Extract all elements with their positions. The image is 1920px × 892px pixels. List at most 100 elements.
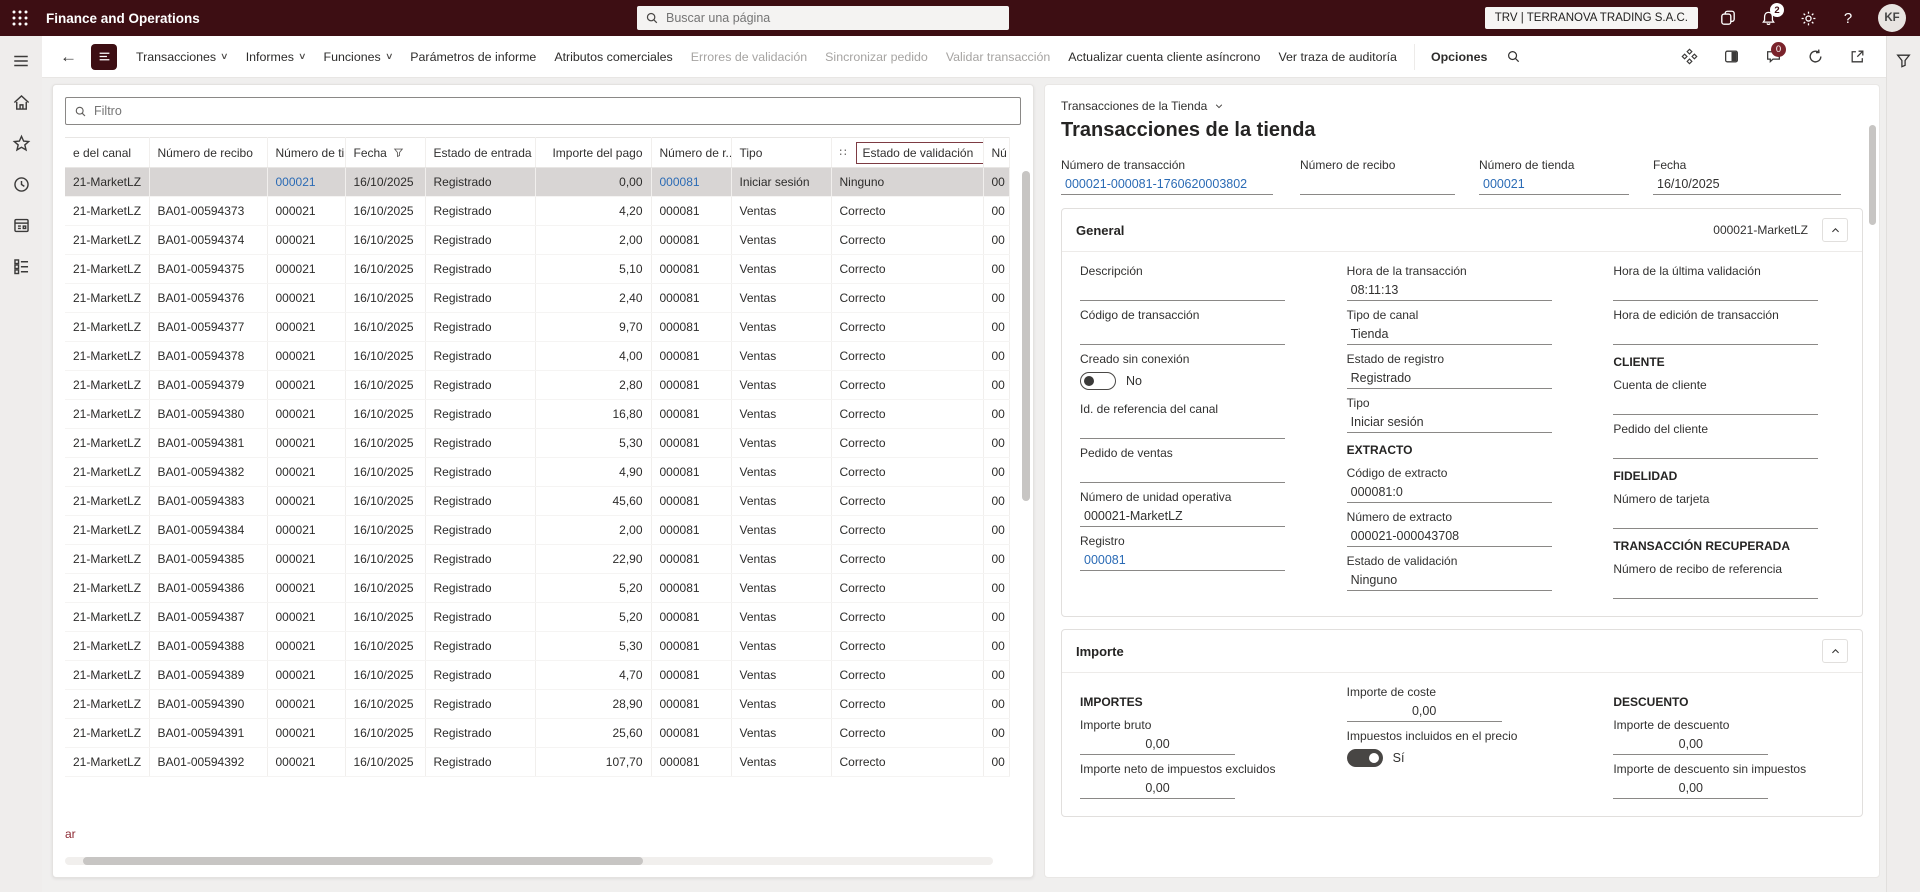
cell-tienda[interactable]: 000021 [267, 602, 346, 632]
cell-tienda[interactable]: 000021 [267, 312, 346, 342]
cell-tienda[interactable]: 000021 [267, 515, 346, 545]
cell-tienda[interactable]: 000021 [267, 283, 346, 313]
app-launcher-waffle-icon[interactable] [0, 0, 40, 36]
table-row[interactable]: 21-MarketLZ BA01-00594389 000021 16/10/2… [65, 660, 1010, 690]
cell-numero-r[interactable]: 000081 [651, 196, 732, 226]
estado-validacion-header-box[interactable]: Estado de validación [855, 141, 982, 164]
cell-numero-r[interactable]: 000081 [651, 515, 732, 545]
cell-numero-r[interactable]: 000081 [651, 312, 732, 342]
back-button[interactable]: ← [52, 47, 85, 67]
grid-filter-input[interactable] [94, 104, 1012, 118]
cell-tienda[interactable]: 000021 [267, 747, 346, 777]
cell-numero-r[interactable]: 000081 [651, 747, 732, 777]
field-value[interactable] [1080, 281, 1285, 301]
field-value[interactable] [1613, 281, 1819, 301]
table-row[interactable]: 21-MarketLZ BA01-00594392 000021 16/10/2… [65, 747, 1010, 777]
column-header-fecha[interactable]: Fecha [345, 137, 426, 168]
column-header-numero-r[interactable]: Número de r... [651, 137, 732, 168]
field-value[interactable] [1613, 439, 1819, 459]
grid-filter-box[interactable] [65, 97, 1021, 125]
table-row[interactable]: 21-MarketLZ BA01-00594374 000021 16/10/2… [65, 225, 1010, 255]
cell-numero-r[interactable]: 000081 [651, 283, 732, 313]
cell-numero-r[interactable]: 000081 [651, 370, 732, 400]
side-panel-button[interactable] [1722, 48, 1740, 66]
table-row[interactable]: 21-MarketLZ BA01-00594384 000021 16/10/2… [65, 515, 1010, 545]
toggle-switch[interactable] [1346, 749, 1383, 767]
expand-nav-hamburger-icon[interactable] [8, 48, 34, 74]
cell-tienda[interactable]: 000021 [267, 718, 346, 748]
section-importe-header[interactable]: Importe [1062, 630, 1862, 673]
cell-tienda[interactable]: 000021 [267, 254, 346, 284]
actionbar-item[interactable]: Opciones [1413, 43, 1496, 70]
field-value[interactable]: Iniciar sesión [1346, 413, 1552, 433]
actionbar-search-button[interactable] [1506, 49, 1521, 64]
sidebar-item-recent[interactable] [8, 171, 34, 197]
table-row[interactable]: 21-MarketLZ BA01-00594376 000021 16/10/2… [65, 283, 1010, 313]
field-value[interactable]: Tienda [1346, 325, 1552, 345]
cell-numero-r[interactable]: 000081 [651, 718, 732, 748]
column-header-estado-entrada[interactable]: Estado de entrada [425, 137, 536, 168]
column-header-numero-recibo[interactable]: Número de recibo [149, 137, 268, 168]
table-row[interactable]: 21-MarketLZ BA01-00594379 000021 16/10/2… [65, 370, 1010, 400]
collapse-section-button[interactable] [1822, 639, 1848, 663]
toggle-switch[interactable] [1080, 372, 1116, 390]
table-row[interactable]: 21-MarketLZ BA01-00594381 000021 16/10/2… [65, 428, 1010, 458]
column-header-canal[interactable]: e del canal [65, 137, 150, 168]
column-header-estado-validacion[interactable]: ∷ Estado de validación [831, 137, 984, 168]
field-value[interactable]: 000021-MarketLZ [1080, 507, 1285, 527]
help-button[interactable]: ? [1838, 8, 1858, 28]
field-value-link[interactable]: 000081 [1080, 551, 1285, 571]
cell-numero-r[interactable]: 000081 [651, 167, 732, 197]
sidebar-item-favorites[interactable] [8, 130, 34, 156]
field-value-link[interactable]: 000021 [1479, 175, 1630, 195]
field-value[interactable] [1080, 463, 1285, 483]
field-value[interactable]: 000081:0 [1346, 483, 1552, 503]
actionbar-item[interactable]: Actualizar cuenta cliente asíncrono [1059, 44, 1269, 70]
field-value[interactable] [1613, 579, 1819, 599]
table-row[interactable]: 21-MarketLZ BA01-00594375 000021 16/10/2… [65, 254, 1010, 284]
cell-tienda[interactable]: 000021 [267, 544, 346, 574]
global-search-box[interactable] [637, 6, 1009, 30]
field-value[interactable] [1613, 395, 1819, 415]
field-value[interactable]: 0,00 [1613, 735, 1769, 755]
notifications-button[interactable]: 2 [1758, 3, 1784, 28]
actionbar-item[interactable]: Transacciones ∨ [127, 44, 237, 70]
field-value[interactable] [1300, 175, 1456, 195]
grid-footer-link[interactable]: ar [65, 827, 76, 841]
search-input[interactable] [666, 11, 1001, 25]
field-value[interactable] [1080, 419, 1285, 439]
refresh-button[interactable] [1806, 48, 1824, 66]
collapse-section-button[interactable] [1822, 218, 1848, 242]
cell-tienda[interactable]: 000021 [267, 631, 346, 661]
field-value[interactable]: 16/10/2025 [1653, 175, 1841, 195]
messages-button[interactable]: 0 [1764, 41, 1786, 66]
cell-numero-r[interactable]: 000081 [651, 486, 732, 516]
field-value[interactable]: Registrado [1346, 369, 1552, 389]
panel-vertical-scrollbar[interactable] [1869, 125, 1876, 225]
column-header-tipo[interactable]: Tipo [731, 137, 832, 168]
grid-vertical-scrollbar[interactable] [1022, 171, 1030, 501]
actionbar-item[interactable]: Informes ∨ [237, 44, 315, 70]
sidebar-item-home[interactable] [8, 89, 34, 115]
cell-numero-r[interactable]: 000081 [651, 428, 732, 458]
shapes-button[interactable] [1680, 48, 1698, 66]
cell-numero-r[interactable]: 000081 [651, 544, 732, 574]
table-row[interactable]: 21-MarketLZ BA01-00594383 000021 16/10/2… [65, 486, 1010, 516]
cell-tienda[interactable]: 000021 [267, 225, 346, 255]
actionbar-item[interactable]: Funciones ∨ [315, 44, 402, 70]
cell-tienda[interactable]: 000021 [267, 660, 346, 690]
copilot-icon[interactable] [1718, 8, 1738, 28]
column-header-importe-pago[interactable]: Importe del pago [535, 137, 652, 168]
cell-tienda[interactable]: 000021 [267, 457, 346, 487]
cell-tienda[interactable]: 000021 [267, 167, 346, 197]
field-value[interactable]: 08:11:13 [1346, 281, 1552, 301]
column-header-nu[interactable]: Nú ⋮ [983, 137, 1010, 168]
cell-tienda[interactable]: 000021 [267, 196, 346, 226]
avatar[interactable]: KF [1878, 4, 1906, 32]
field-value[interactable] [1613, 325, 1819, 345]
cell-tienda[interactable]: 000021 [267, 486, 346, 516]
cell-numero-r[interactable]: 000081 [651, 341, 732, 371]
sidebar-item-modules[interactable] [8, 253, 34, 279]
breadcrumb[interactable]: Transacciones de la Tienda [1061, 99, 1863, 113]
cell-tienda[interactable]: 000021 [267, 573, 346, 603]
